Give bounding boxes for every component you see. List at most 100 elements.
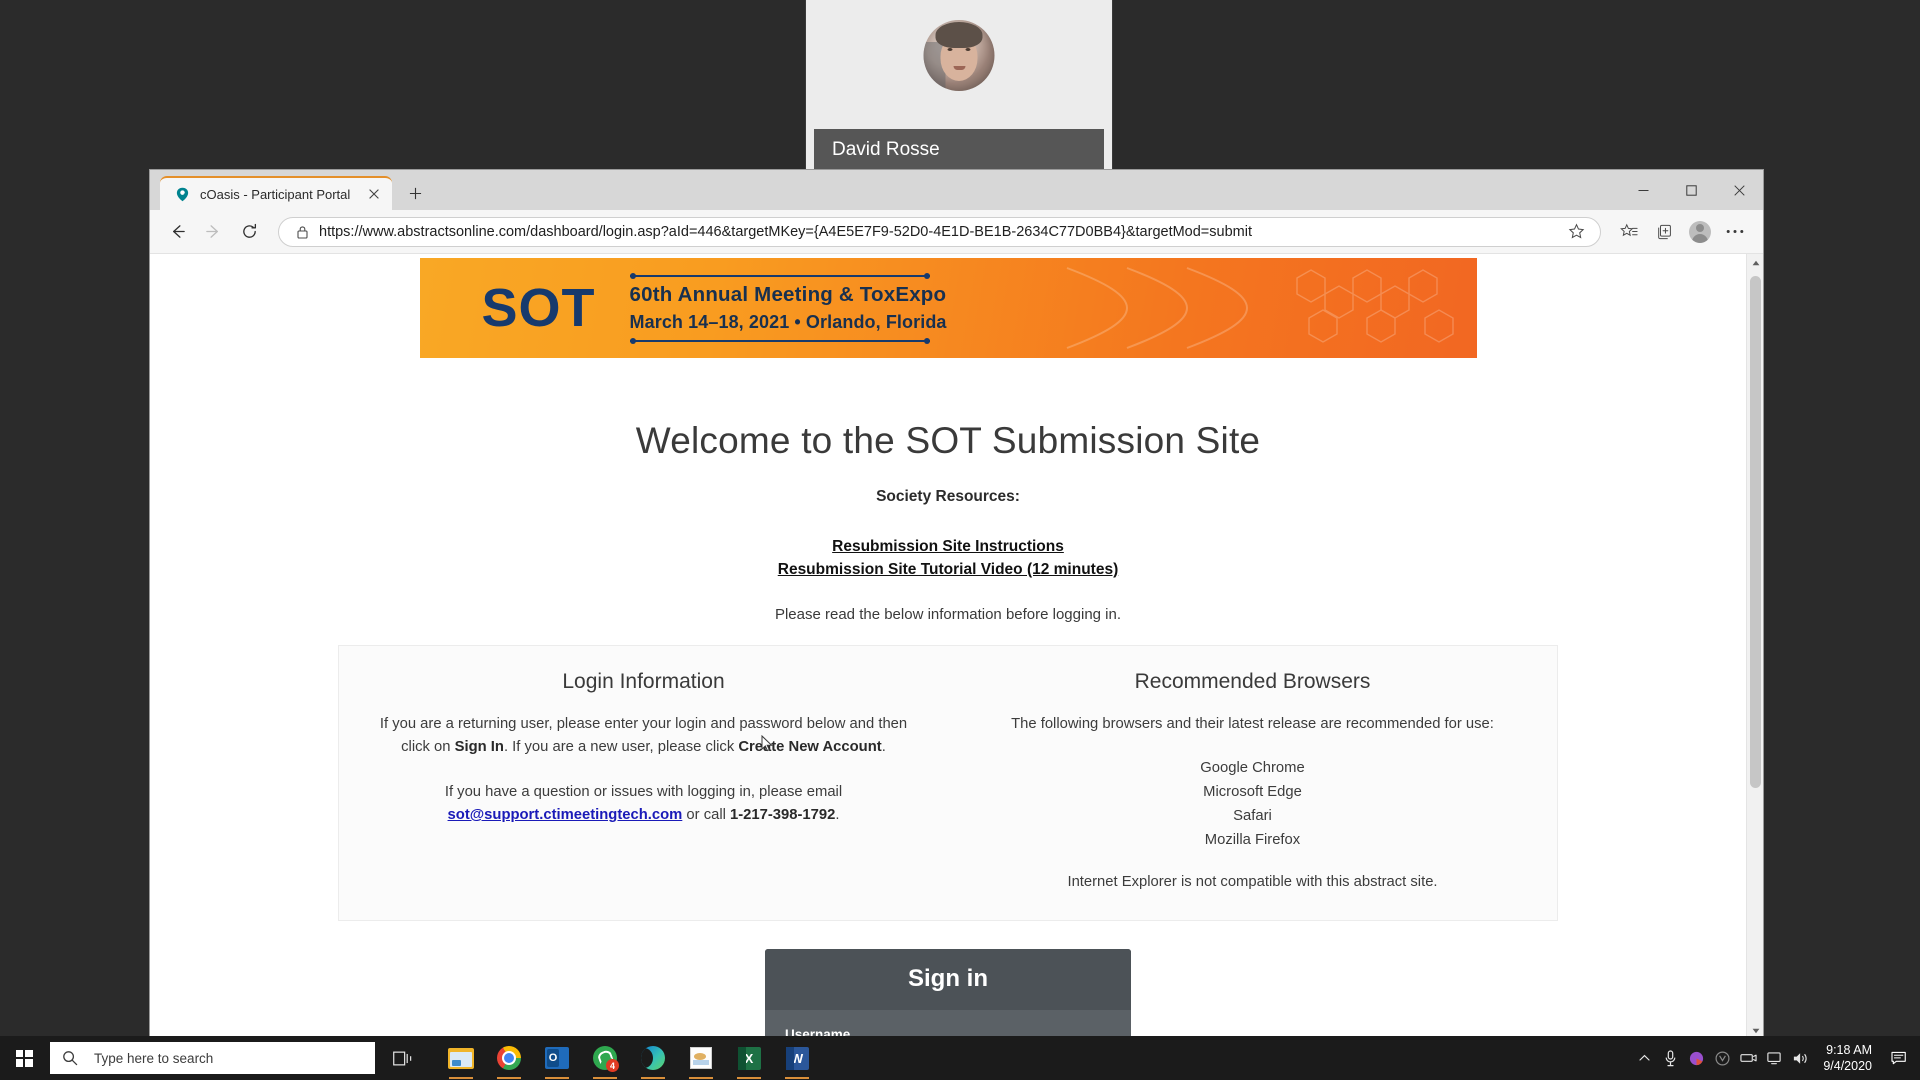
banner-rule-top bbox=[629, 272, 930, 279]
browser-list-item: Safari bbox=[1233, 808, 1272, 824]
society-resources-label: Society Resources: bbox=[876, 488, 1020, 505]
webcam-video-feed bbox=[806, 0, 1112, 129]
login-para-part3: . bbox=[881, 739, 886, 755]
ellipsis-icon[interactable] bbox=[1717, 215, 1753, 249]
login-para-bold-create-account: Create New Account bbox=[738, 739, 882, 755]
link-resubmission-instructions[interactable]: Resubmission Site Instructions bbox=[150, 535, 1746, 558]
scroll-up-icon[interactable] bbox=[1747, 254, 1763, 271]
banner-line-2: March 14–18, 2021 • Orlando, Florida bbox=[629, 311, 947, 332]
excel-icon: X bbox=[737, 1046, 761, 1070]
page-content: SOT 60th Annual Meeting & ToxExpo March … bbox=[150, 254, 1746, 1039]
banner-text-block: 60th Annual Meeting & ToxExpo March 14–1… bbox=[629, 272, 947, 344]
word-icon: W bbox=[785, 1046, 809, 1070]
notes-icon bbox=[690, 1047, 712, 1069]
windows-taskbar: Type here to search 4 bbox=[0, 1036, 1920, 1080]
tab-close-icon[interactable] bbox=[364, 184, 384, 204]
forward-button[interactable] bbox=[196, 215, 230, 249]
taskbar-clock[interactable]: 9:18 AM 9/4/2020 bbox=[1813, 1036, 1884, 1080]
internet-explorer-note: Internet Explorer is not compatible with… bbox=[1067, 874, 1438, 890]
file-explorer-icon bbox=[448, 1047, 474, 1069]
login-information-title: Login Information bbox=[562, 670, 725, 693]
browser-tab-title: cOasis - Participant Portal bbox=[200, 186, 351, 202]
browser-tab-strip: cOasis - Participant Portal bbox=[150, 170, 1763, 210]
webcam-overlay: David Rosse bbox=[806, 0, 1112, 171]
sot-logo: SOT bbox=[482, 281, 596, 335]
taskbar-app-meeting-app[interactable]: 4 bbox=[581, 1036, 629, 1080]
recommended-browsers-title: Recommended Browsers bbox=[1134, 670, 1371, 693]
presentation-icon[interactable] bbox=[1735, 1036, 1761, 1080]
collections-icon[interactable] bbox=[1647, 215, 1683, 249]
support-suffix: . bbox=[835, 807, 840, 823]
profile-avatar-icon[interactable] bbox=[1683, 215, 1717, 249]
signin-header: Sign in bbox=[765, 949, 1131, 1010]
favorites-icon[interactable] bbox=[1611, 215, 1647, 249]
system-tray: 9:18 AM 9/4/2020 bbox=[1631, 1036, 1920, 1080]
link-resubmission-tutorial-video[interactable]: Resubmission Site Tutorial Video (12 min… bbox=[150, 558, 1746, 581]
chrome-icon bbox=[497, 1046, 521, 1070]
recommended-browsers-column: Recommended Browsers The following brows… bbox=[948, 670, 1557, 890]
support-prefix: If you have a question or issues with lo… bbox=[444, 784, 843, 800]
meeting-app-icon: 4 bbox=[593, 1046, 619, 1072]
taskbar-app-microsoft-word[interactable]: W bbox=[773, 1036, 821, 1080]
taskbar-app-icons: 4 X W bbox=[437, 1036, 821, 1080]
new-tab-button[interactable] bbox=[400, 178, 430, 208]
browser-tab[interactable]: cOasis - Participant Portal bbox=[160, 176, 392, 210]
outlook-icon bbox=[545, 1047, 569, 1069]
purple-status-icon[interactable] bbox=[1683, 1036, 1709, 1080]
taskbar-search-input[interactable]: Type here to search bbox=[50, 1042, 375, 1074]
login-para-bold-signin: Sign In bbox=[454, 739, 504, 755]
edge-icon bbox=[641, 1046, 665, 1070]
star-icon[interactable] bbox=[1558, 218, 1594, 246]
support-paragraph: If you have a question or issues with lo… bbox=[373, 781, 914, 827]
refresh-button[interactable] bbox=[232, 215, 266, 249]
desktop-screen: David Rosse cOasis - Participant Portal bbox=[0, 0, 1920, 1080]
window-close-button[interactable] bbox=[1715, 170, 1763, 210]
browser-list-item: Microsoft Edge bbox=[1203, 784, 1302, 800]
browsers-intro: The following browsers and their latest … bbox=[1011, 716, 1494, 732]
signin-title: Sign in bbox=[908, 965, 988, 992]
windows-start-icon[interactable] bbox=[0, 1036, 48, 1080]
search-icon bbox=[62, 1050, 84, 1066]
information-panel: Login Information If you are a returning… bbox=[338, 645, 1558, 921]
coasis-favicon bbox=[174, 186, 190, 202]
sot-logo-text: SOT bbox=[481, 278, 596, 338]
dna-helix-graphic bbox=[1066, 267, 1454, 349]
support-phone: 1-217-398-1792 bbox=[730, 807, 836, 823]
please-read-note: Please read the below information before… bbox=[774, 606, 1122, 623]
taskbar-app-microsoft-outlook[interactable] bbox=[533, 1036, 581, 1080]
scrollbar-thumb[interactable] bbox=[1750, 276, 1761, 788]
login-information-paragraph: If you are a returning user, please ente… bbox=[373, 713, 914, 759]
task-view-icon[interactable] bbox=[379, 1036, 427, 1080]
volume-icon[interactable] bbox=[1787, 1036, 1813, 1080]
sot-conference-banner: SOT 60th Annual Meeting & ToxExpo March … bbox=[419, 258, 1477, 358]
taskbar-app-microsoft-edge[interactable] bbox=[629, 1036, 677, 1080]
participant-name: David Rosse bbox=[832, 139, 940, 160]
search-placeholder-text: Type here to search bbox=[94, 1050, 214, 1066]
url-text[interactable]: https://www.abstractsonline.com/dashboar… bbox=[319, 224, 1558, 240]
address-bar[interactable]: https://www.abstractsonline.com/dashboar… bbox=[278, 216, 1601, 247]
browser-viewport: SOT 60th Annual Meeting & ToxExpo March … bbox=[150, 254, 1763, 1039]
login-information-column: Login Information If you are a returning… bbox=[339, 670, 948, 890]
grey-status-icon[interactable] bbox=[1709, 1036, 1735, 1080]
display-icon[interactable] bbox=[1761, 1036, 1787, 1080]
support-email-link[interactable]: sot@support.ctimeetingtech.com bbox=[448, 807, 683, 823]
action-center-icon[interactable] bbox=[1884, 1036, 1914, 1080]
signin-card: Sign in Username bbox=[765, 949, 1131, 1039]
taskbar-app-file-explorer[interactable] bbox=[437, 1036, 485, 1080]
browser-list-item: Google Chrome bbox=[1200, 760, 1305, 776]
taskbar-app-google-chrome[interactable] bbox=[485, 1036, 533, 1080]
participant-name-bar: David Rosse bbox=[814, 129, 1104, 171]
chevron-up-icon[interactable] bbox=[1631, 1036, 1657, 1080]
page-title: Welcome to the SOT Submission Site bbox=[635, 420, 1261, 461]
browser-toolbar: https://www.abstractsonline.com/dashboar… bbox=[150, 210, 1763, 254]
resource-links: Resubmission Site Instructions Resubmiss… bbox=[150, 535, 1746, 581]
minimize-button[interactable] bbox=[1619, 170, 1667, 210]
taskbar-app-notes[interactable] bbox=[677, 1036, 725, 1080]
maximize-button[interactable] bbox=[1667, 170, 1715, 210]
banner-rule-bottom bbox=[629, 337, 930, 344]
taskbar-app-microsoft-excel[interactable]: X bbox=[725, 1036, 773, 1080]
page-scrollbar[interactable] bbox=[1746, 254, 1763, 1039]
window-controls bbox=[1619, 170, 1763, 210]
microphone-icon[interactable] bbox=[1657, 1036, 1683, 1080]
back-button[interactable] bbox=[160, 215, 194, 249]
